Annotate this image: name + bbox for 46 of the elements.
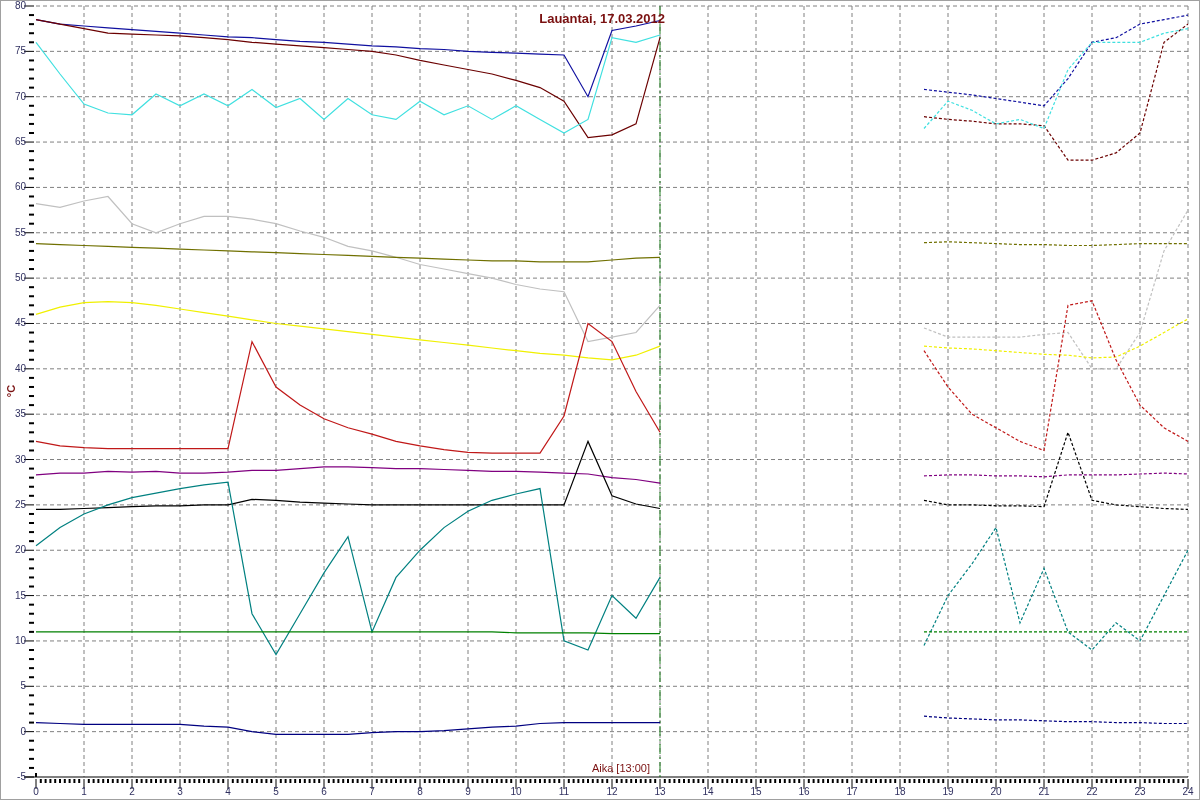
- x-tick-label: 15: [750, 786, 762, 797]
- x-tick-label: 0: [33, 786, 39, 797]
- y-tick-label: 65: [14, 136, 26, 148]
- x-tick-label: 19: [942, 786, 954, 797]
- x-tick-label: 3: [177, 786, 183, 797]
- y-tick-label: 75: [14, 45, 26, 57]
- cursor-label: Aika [13:00]: [591, 762, 650, 774]
- x-tick-label: 21: [1038, 786, 1050, 797]
- x-tick-label: 4: [225, 786, 231, 797]
- y-tick-label: 10: [14, 634, 26, 646]
- x-tick-label: 23: [1134, 786, 1146, 797]
- y-tick-label: 5: [20, 680, 26, 692]
- y-tick-label: -5: [17, 771, 26, 782]
- chart-title: Lauantai, 17.03.2012: [539, 11, 665, 26]
- x-tick-label: 7: [369, 786, 375, 797]
- x-tick-label: 8: [417, 786, 423, 797]
- x-tick-label: 16: [798, 786, 810, 797]
- x-tick-label: 1: [81, 786, 87, 797]
- x-tick-label: 11: [558, 786, 570, 797]
- x-tick-label: 20: [990, 786, 1002, 797]
- x-tick-label: 6: [321, 786, 327, 797]
- x-tick-label: 22: [1086, 786, 1098, 797]
- y-tick-label: 45: [14, 317, 26, 329]
- x-tick-label: 24: [1182, 786, 1194, 797]
- y-tick-label: 40: [14, 362, 26, 374]
- y-tick-label: 80: [14, 1, 26, 11]
- y-tick-label: 60: [14, 181, 26, 193]
- y-tick-label: 0: [20, 725, 26, 737]
- x-tick-label: 18: [894, 786, 906, 797]
- x-tick-label: 17: [846, 786, 858, 797]
- x-tick-label: 12: [606, 786, 618, 797]
- y-tick-label: 30: [14, 453, 26, 465]
- y-tick-label: 50: [14, 272, 26, 284]
- y-tick-label: 35: [14, 408, 26, 420]
- x-tick-label: 5: [273, 786, 279, 797]
- x-tick-label: 14: [702, 786, 714, 797]
- x-tick-label: 2: [129, 786, 135, 797]
- y-tick-label: 15: [14, 589, 26, 601]
- x-tick-label: 9: [465, 786, 471, 797]
- x-tick-label: 10: [510, 786, 522, 797]
- x-tick-label: 13: [654, 786, 666, 797]
- y-tick-label: 25: [14, 498, 26, 510]
- y-tick-label: 70: [14, 90, 26, 102]
- y-axis-label: °C: [5, 384, 17, 398]
- y-tick-label: 20: [14, 544, 26, 556]
- y-tick-label: 55: [14, 226, 26, 238]
